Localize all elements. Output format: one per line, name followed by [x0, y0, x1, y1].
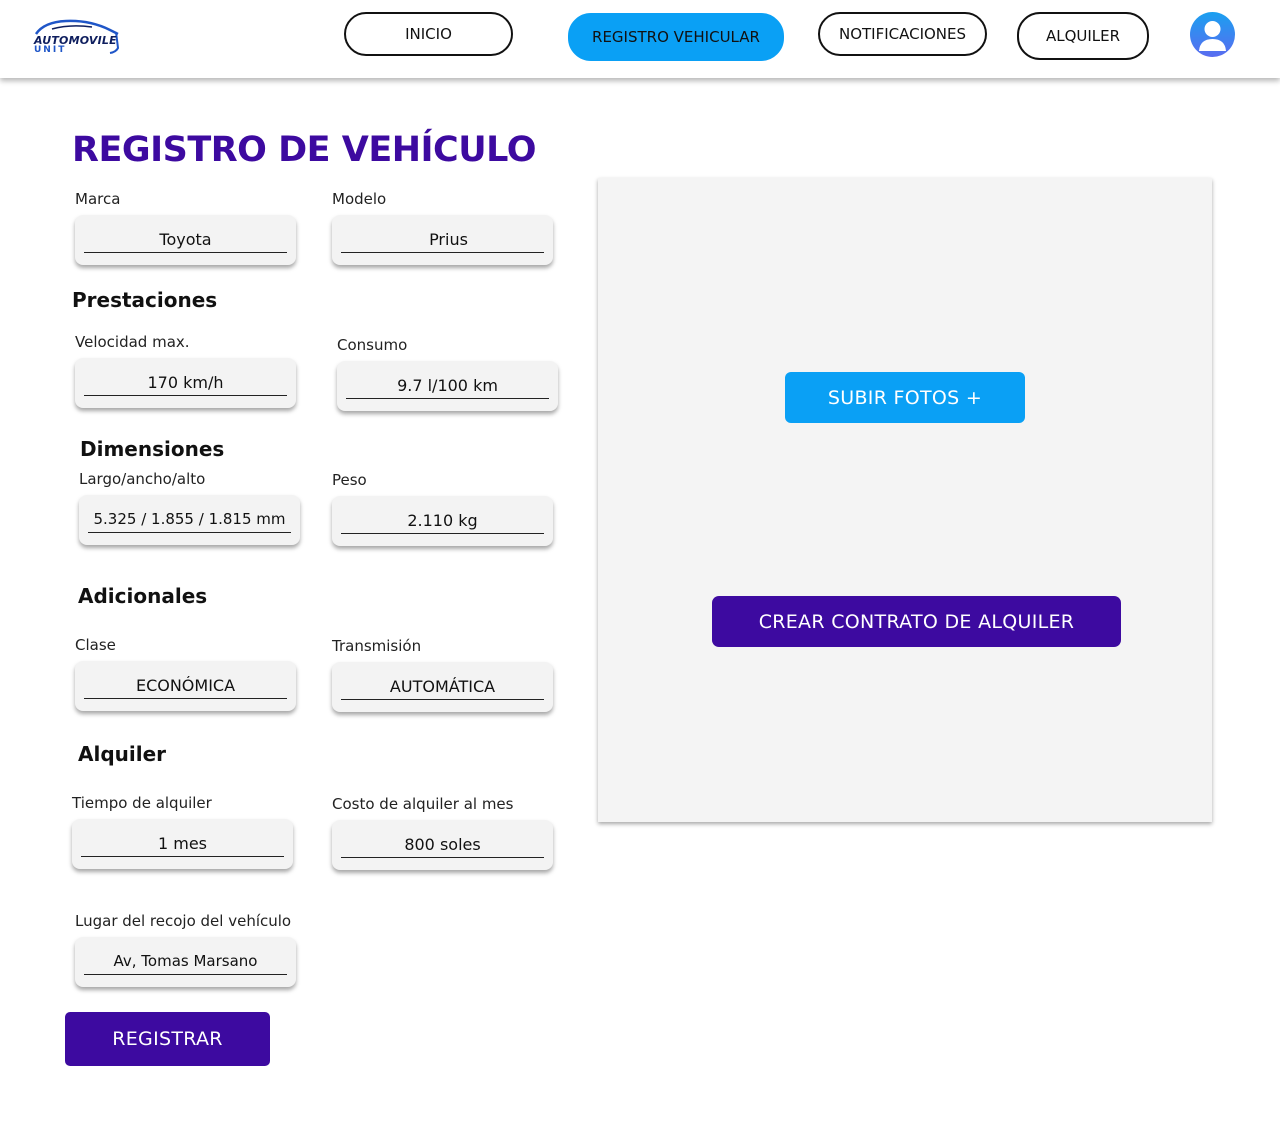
tiempo-input[interactable] — [81, 830, 284, 857]
nav-notificaciones-label: NOTIFICACIONES — [838, 25, 967, 43]
nav-registro-vehicular-button[interactable]: REGISTRO VEHICULAR — [568, 13, 784, 61]
automovile-unit-logo[interactable]: AUTOMOVILE UNIT — [30, 18, 122, 58]
nav-registro-label: REGISTRO VEHICULAR — [592, 28, 760, 46]
medidas-input[interactable] — [88, 506, 291, 533]
alquiler-heading: Alquiler — [78, 742, 167, 766]
registrar-label: REGISTRAR — [112, 1028, 223, 1050]
user-avatar-button[interactable] — [1190, 12, 1235, 57]
consumo-label: Consumo — [337, 336, 408, 354]
tiempo-label: Tiempo de alquiler — [72, 794, 212, 812]
medidas-field — [79, 495, 300, 545]
top-navbar: AUTOMOVILE UNIT INICIO REGISTRO VEHICULA… — [0, 0, 1280, 78]
recojo-field — [75, 937, 296, 987]
clase-field — [75, 661, 296, 711]
transmision-label: Transmisión — [332, 637, 422, 655]
nav-inicio-button[interactable]: INICIO — [344, 12, 513, 56]
transmision-field — [332, 662, 553, 712]
nav-inicio-label: INICIO — [405, 25, 452, 43]
prestaciones-heading: Prestaciones — [72, 288, 218, 312]
page-title: REGISTRO DE VEHÍCULO — [72, 130, 536, 170]
registrar-button[interactable]: REGISTRAR — [65, 1012, 270, 1066]
consumo-input[interactable] — [346, 372, 549, 399]
modelo-input[interactable] — [341, 226, 544, 253]
user-icon — [1199, 21, 1226, 51]
modelo-label: Modelo — [332, 190, 387, 208]
modelo-field — [332, 215, 553, 265]
nav-alquiler-label: ALQUILER — [1045, 27, 1121, 45]
velocidad-field — [75, 358, 296, 408]
recojo-input[interactable] — [84, 948, 287, 975]
costo-input[interactable] — [341, 831, 544, 858]
velocidad-input[interactable] — [84, 369, 287, 396]
costo-field — [332, 820, 553, 870]
marca-input[interactable] — [84, 226, 287, 253]
logo-subtext: UNIT — [34, 45, 67, 55]
nav-alquiler-button[interactable]: ALQUILER — [1017, 12, 1149, 60]
peso-label: Peso — [332, 471, 367, 489]
transmision-input[interactable] — [341, 673, 544, 700]
crear-contrato-button[interactable]: CREAR CONTRATO DE ALQUILER — [712, 596, 1121, 647]
crear-contrato-label: CREAR CONTRATO DE ALQUILER — [758, 610, 1075, 633]
dimensiones-heading: Dimensiones — [80, 437, 225, 461]
peso-field — [332, 496, 553, 546]
velocidad-label: Velocidad max. — [75, 333, 190, 351]
costo-label: Costo de alquiler al mes — [332, 795, 514, 813]
medidas-label: Largo/ancho/alto — [79, 470, 206, 488]
marca-label: Marca — [75, 190, 121, 208]
subir-fotos-label: SUBIR FOTOS + — [827, 386, 983, 409]
nav-notificaciones-button[interactable]: NOTIFICACIONES — [818, 12, 987, 56]
clase-label: Clase — [75, 636, 116, 654]
subir-fotos-button[interactable]: SUBIR FOTOS + — [785, 372, 1025, 423]
clase-input[interactable] — [84, 672, 287, 699]
adicionales-heading: Adicionales — [78, 584, 208, 608]
consumo-field — [337, 361, 558, 411]
peso-input[interactable] — [341, 507, 544, 534]
marca-field — [75, 215, 296, 265]
recojo-label: Lugar del recojo del vehículo — [75, 912, 292, 930]
tiempo-field — [72, 819, 293, 869]
photo-panel — [598, 178, 1212, 822]
